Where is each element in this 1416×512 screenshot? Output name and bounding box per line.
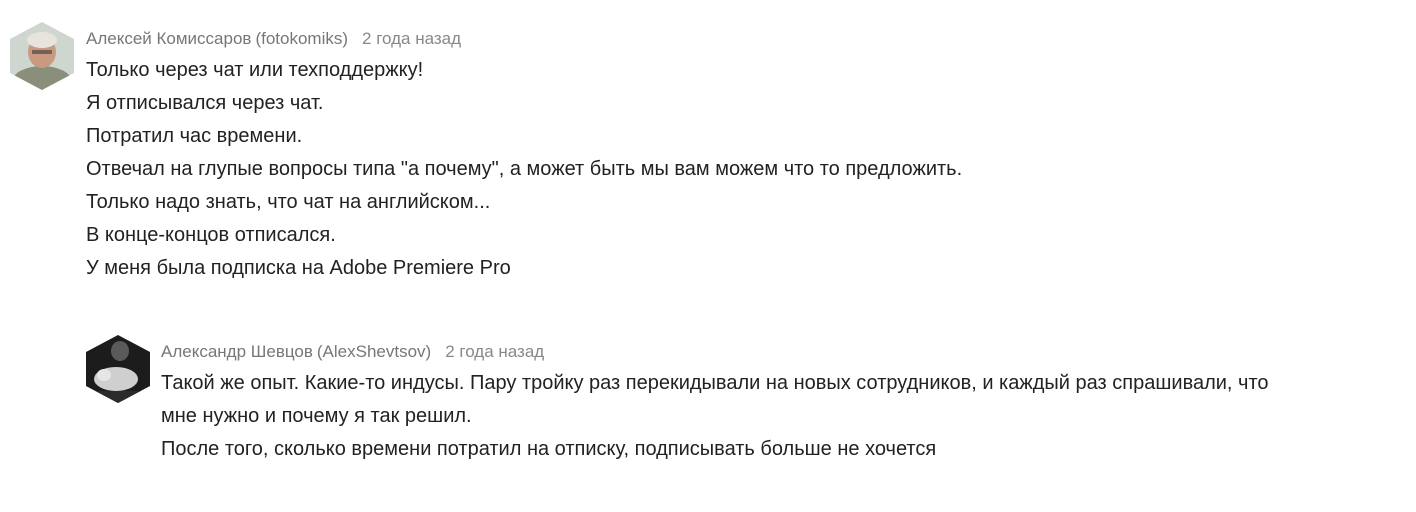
comment-text: Такой же опыт. Какие-то индусы. Пару тро… [161, 367, 1411, 466]
comment-text-line: Только через чат или техподдержку! [86, 59, 424, 81]
comment-text-line: После того, сколько времени потратил на … [161, 438, 937, 460]
avatar[interactable] [86, 335, 150, 403]
avatar-photo [86, 335, 150, 403]
comment-meta: Алексей Комиссаров (fotokomiks) 2 года наз… [86, 28, 1406, 50]
author-name[interactable]: Алексей Комиссаров [86, 29, 251, 48]
comment-text-line: Такой же опыт. Какие-то индусы. Пару тро… [161, 372, 1269, 394]
comment-text-line: У меня была подписка на Adobe Premiere P… [86, 257, 511, 279]
comment-timestamp[interactable]: 2 года назад [445, 342, 544, 361]
author-nickname[interactable]: (fotokomiks) [255, 29, 348, 48]
comment-body: Алексей Комиссаров (fotokomiks) 2 года наз… [86, 28, 1406, 285]
comment-text: Только через чат или техподдержку! Я отп… [86, 54, 1406, 285]
author-name[interactable]: Александр Шевцов [161, 342, 313, 361]
comment-body: Александр Шевцов (AlexShevtsov) 2 года наз… [161, 341, 1411, 466]
author-nickname[interactable]: (AlexShevtsov) [317, 342, 431, 361]
comment-meta: Александр Шевцов (AlexShevtsov) 2 года наз… [161, 341, 1411, 363]
comment-text-line: Отвечал на глупые вопросы типа "а почему… [86, 158, 963, 180]
comment-text-line: Я отписывался через чат. [86, 92, 324, 114]
avatar-photo [10, 22, 74, 90]
comment-text-line: Потратил час времени. [86, 125, 303, 147]
comment-text-line: Только надо знать, что чат на английском… [86, 191, 491, 213]
comment-text-line: В конце-концов отписался. [86, 224, 336, 246]
comment-timestamp[interactable]: 2 года назад [362, 29, 461, 48]
comment-text-line: мне нужно и почему я так решил. [161, 405, 472, 427]
avatar[interactable] [10, 22, 74, 90]
